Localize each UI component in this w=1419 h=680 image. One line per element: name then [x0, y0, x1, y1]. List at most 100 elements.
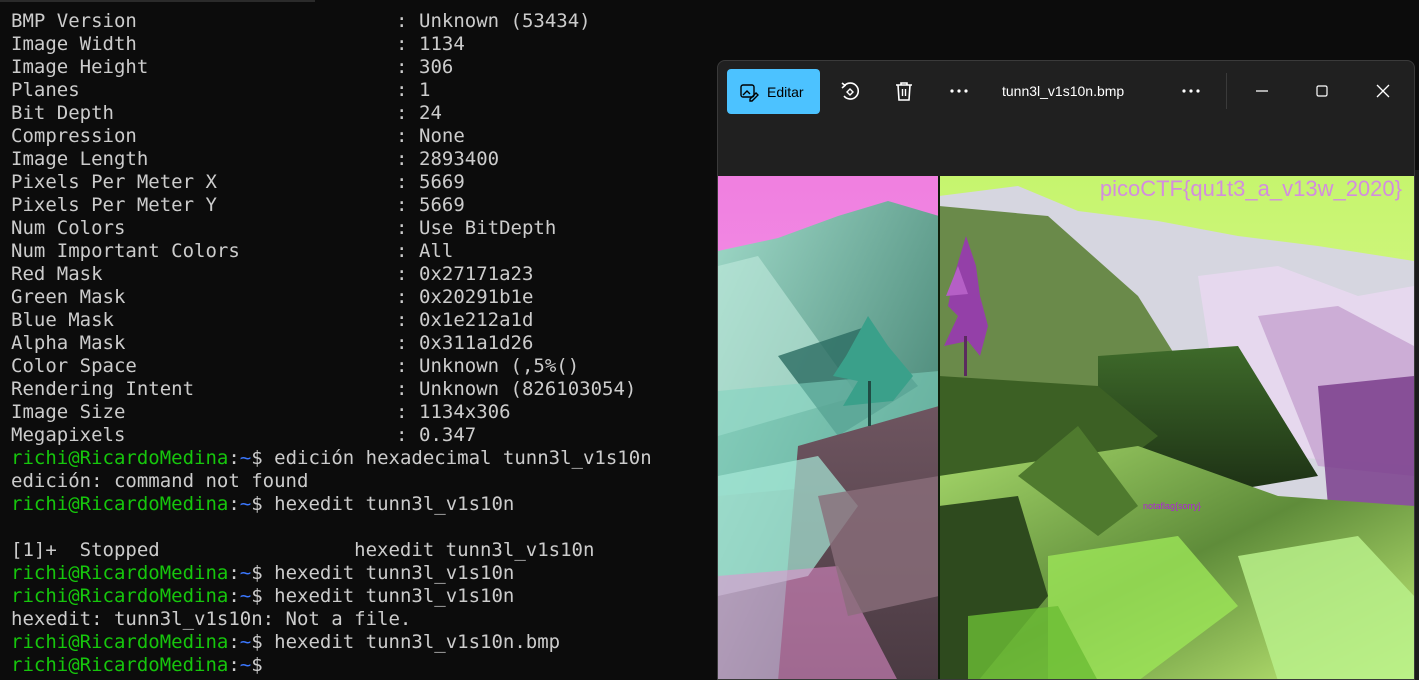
metadata-separator: :	[396, 194, 408, 216]
more-icon[interactable]	[947, 79, 971, 103]
metadata-value: 0x27171a23	[419, 263, 534, 285]
metadata-separator: :	[396, 263, 408, 285]
metadata-key: Image Height	[11, 56, 149, 78]
metadata-value: Unknown (53434)	[419, 10, 591, 32]
metadata-key: Red Mask	[11, 263, 103, 285]
prompt-user: richi@RicardoMedina	[11, 447, 229, 469]
prompt-path: ~	[239, 562, 252, 584]
metadata-key: Image Width	[11, 33, 137, 55]
metadata-separator: :	[396, 10, 408, 32]
command-text: hexedit tunn3l_v1s10n.bmp	[274, 631, 561, 653]
metadata-line: Image Width:1134	[11, 33, 1419, 56]
prompt-user: richi@RicardoMedina	[11, 562, 229, 584]
prompt-colon: :	[228, 631, 240, 653]
delete-icon[interactable]	[892, 79, 916, 103]
command-text: hexedit tunn3l_v1s10n	[274, 585, 515, 607]
metadata-separator: :	[396, 148, 408, 170]
command-text: edición hexadecimal tunn3l_v1s10n	[274, 447, 652, 469]
edit-button[interactable]: Editar	[727, 69, 820, 114]
metadata-value: 1	[419, 79, 431, 101]
metadata-value: 0x311a1d26	[419, 332, 534, 354]
metadata-key: Image Size	[11, 401, 126, 423]
metadata-key: Compression	[11, 125, 137, 147]
metadata-key: Image Length	[11, 148, 149, 170]
metadata-value: 1134x306	[419, 401, 511, 423]
photo-viewer-window[interactable]: Editar tunn3l_v1s10n.bmp picoCTF{qu1t3_a…	[717, 60, 1415, 680]
metadata-value: Unknown (826103054)	[419, 378, 637, 400]
metadata-key: Green Mask	[11, 286, 126, 308]
metadata-separator: :	[396, 102, 408, 124]
flag-overlay-text: picoCTF{qu1t3_a_v13w_2020}	[1099, 176, 1402, 201]
metadata-separator: :	[396, 424, 408, 446]
prompt-path: ~	[239, 447, 252, 469]
image-canvas[interactable]: picoCTF{qu1t3_a_v13w_2020} notaflag{sorr…	[718, 176, 1414, 679]
prompt-path: ~	[239, 493, 252, 515]
metadata-key: Pixels Per Meter X	[11, 171, 217, 193]
minimize-icon[interactable]	[1250, 79, 1274, 103]
maximize-icon[interactable]	[1310, 79, 1334, 103]
file-name-title: tunn3l_v1s10n.bmp	[1002, 83, 1125, 99]
metadata-separator: :	[396, 79, 408, 101]
metadata-key: Rendering Intent	[11, 378, 195, 400]
title-more-icon[interactable]	[1179, 79, 1203, 103]
metadata-value: 1134	[419, 33, 465, 55]
metadata-separator: :	[396, 171, 408, 193]
metadata-value: 5669	[419, 194, 465, 216]
metadata-value: 0.347	[419, 424, 477, 446]
prompt-user: richi@RicardoMedina	[11, 654, 229, 676]
metadata-line: BMP Version: Unknown (53434)	[11, 10, 1419, 33]
prompt-colon: :	[228, 562, 240, 584]
prompt-symbol: $	[251, 562, 275, 584]
title-divider	[1226, 73, 1227, 109]
metadata-separator: :	[396, 33, 408, 55]
metadata-separator: :	[396, 286, 408, 308]
edit-button-label: Editar	[767, 83, 804, 100]
prompt-path: ~	[239, 631, 252, 653]
metadata-separator: :	[396, 401, 408, 423]
metadata-separator: :	[396, 378, 408, 400]
metadata-value: None	[419, 125, 465, 147]
metadata-separator: :	[396, 332, 408, 354]
metadata-value: 306	[419, 56, 454, 78]
metadata-key: Planes	[11, 79, 80, 101]
metadata-key: Blue Mask	[11, 309, 114, 331]
metadata-key: Alpha Mask	[11, 332, 126, 354]
prompt-colon: :	[228, 654, 240, 676]
metadata-separator: :	[396, 217, 408, 239]
prompt-colon: :	[228, 585, 240, 607]
prompt-path: ~	[239, 585, 252, 607]
metadata-value: 0x1e212a1d	[419, 309, 534, 331]
prompt-symbol: $	[251, 447, 275, 469]
metadata-separator: :	[396, 56, 408, 78]
rotate-icon[interactable]	[838, 79, 862, 103]
metadata-value: Use BitDepth	[419, 217, 557, 239]
landscape-image	[718, 176, 1414, 679]
prompt-colon: :	[228, 447, 240, 469]
metadata-separator: :	[396, 240, 408, 262]
prompt-path: ~	[239, 654, 252, 676]
command-text: hexedit tunn3l_v1s10n	[274, 493, 515, 515]
prompt-user: richi@RicardoMedina	[11, 493, 229, 515]
metadata-value: Unknown (,5%()	[419, 355, 580, 377]
metadata-key: Num Important Colors	[11, 240, 240, 262]
terminal-top-edge	[0, 0, 315, 2]
prompt-user: richi@RicardoMedina	[11, 585, 229, 607]
metadata-value: 2893400	[419, 148, 500, 170]
prompt-colon: :	[228, 493, 240, 515]
prompt-symbol: $	[251, 654, 275, 676]
prompt-symbol: $	[251, 631, 275, 653]
close-icon[interactable]	[1371, 79, 1395, 103]
metadata-key: Pixels Per Meter Y	[11, 194, 217, 216]
viewer-toolbar: Editar tunn3l_v1s10n.bmp	[718, 61, 1414, 121]
metadata-value: 24	[419, 102, 442, 124]
prompt-symbol: $	[251, 585, 275, 607]
edit-image-icon	[740, 83, 759, 102]
metadata-key: Megapixels	[11, 424, 126, 446]
metadata-separator: :	[396, 355, 408, 377]
prompt-user: richi@RicardoMedina	[11, 631, 229, 653]
command-text: hexedit tunn3l_v1s10n	[274, 562, 515, 584]
metadata-key: BMP Version	[11, 10, 137, 32]
metadata-key: Bit Depth	[11, 102, 114, 124]
prompt-symbol: $	[251, 493, 275, 515]
metadata-separator: :	[396, 309, 408, 331]
